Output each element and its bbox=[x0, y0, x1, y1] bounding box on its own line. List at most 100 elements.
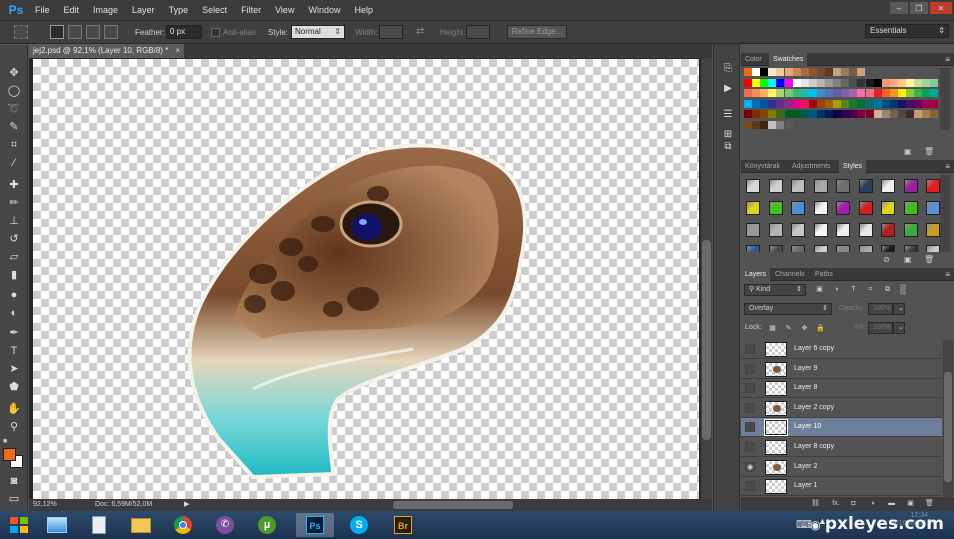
color-swatch[interactable] bbox=[808, 99, 817, 108]
color-swatch[interactable] bbox=[841, 89, 850, 97]
style-preset[interactable] bbox=[768, 179, 783, 193]
type-filter-icon[interactable]: T bbox=[849, 285, 858, 294]
color-swatch[interactable] bbox=[752, 89, 761, 97]
layer-row[interactable]: Layer 6 copy bbox=[741, 340, 942, 359]
tab-styles[interactable]: Styles bbox=[839, 160, 867, 173]
trash-icon[interactable]: 🗑 bbox=[924, 147, 934, 156]
color-swatch[interactable] bbox=[800, 68, 809, 76]
dodge-tool-icon[interactable]: ◐ bbox=[5, 305, 23, 321]
style-preset[interactable] bbox=[858, 223, 873, 237]
type-tool-icon[interactable]: T bbox=[5, 343, 23, 359]
color-swatch[interactable] bbox=[833, 78, 842, 87]
close-button[interactable]: ✕ bbox=[930, 2, 952, 14]
layer-filter-kind-select[interactable]: ⚲ Kind ⇕ bbox=[744, 284, 806, 296]
color-swatch[interactable] bbox=[800, 110, 809, 118]
new-layer-icon[interactable]: ▣ bbox=[906, 499, 915, 508]
start-button[interactable] bbox=[5, 513, 33, 537]
screen-mode-icon[interactable]: ▭ bbox=[5, 491, 23, 507]
visibility-eye-icon[interactable]: ◉ bbox=[745, 461, 755, 472]
color-swatch[interactable] bbox=[865, 99, 874, 108]
style-preset[interactable] bbox=[926, 245, 940, 252]
style-select[interactable]: Normal ⇕ bbox=[291, 25, 345, 39]
color-swatch[interactable] bbox=[922, 78, 931, 87]
color-swatch[interactable] bbox=[800, 89, 809, 97]
swap-icon[interactable]: ⇄ bbox=[416, 26, 424, 37]
color-swatch[interactable] bbox=[744, 89, 752, 97]
file-explorer-icon[interactable] bbox=[38, 513, 76, 537]
skype-icon[interactable]: S bbox=[340, 513, 378, 537]
properties-icon[interactable]: ☰ bbox=[721, 108, 735, 122]
layer-row[interactable]: Layer 8 bbox=[741, 379, 942, 399]
new-selection-icon[interactable] bbox=[50, 25, 64, 39]
ellipse-marquee-tool-icon[interactable]: ◯ bbox=[5, 83, 23, 99]
menu-layer[interactable]: Layer bbox=[125, 0, 162, 20]
color-swatch[interactable] bbox=[906, 78, 914, 87]
pen-tool-icon[interactable]: ✒ bbox=[5, 325, 23, 341]
color-swatch[interactable] bbox=[744, 120, 752, 129]
default-colors-icon[interactable]: ■ bbox=[3, 438, 7, 445]
visibility-eye-icon[interactable] bbox=[745, 402, 755, 413]
folder-icon[interactable] bbox=[122, 513, 160, 537]
style-preset[interactable] bbox=[768, 245, 783, 252]
photoshop-icon[interactable]: Ps bbox=[296, 513, 334, 537]
visibility-eye-icon[interactable] bbox=[745, 344, 755, 354]
color-swatch[interactable] bbox=[760, 110, 769, 118]
clear-style-icon[interactable]: ⊘ bbox=[883, 255, 890, 264]
style-preset[interactable] bbox=[813, 179, 828, 193]
color-swatch[interactable] bbox=[776, 78, 785, 87]
color-swatch[interactable] bbox=[768, 68, 777, 76]
color-swatch[interactable] bbox=[825, 89, 833, 97]
style-preset[interactable] bbox=[836, 245, 850, 252]
style-preset[interactable] bbox=[836, 223, 850, 237]
color-swatch[interactable] bbox=[873, 89, 882, 97]
style-preset[interactable] bbox=[926, 179, 940, 193]
brush-tool-icon[interactable]: ✏ bbox=[5, 195, 23, 211]
lock-position-icon[interactable]: ✥ bbox=[800, 324, 809, 333]
tab-layers[interactable]: Layers bbox=[741, 268, 771, 281]
color-swatch[interactable] bbox=[849, 99, 858, 108]
blur-tool-icon[interactable]: ● bbox=[5, 287, 23, 303]
layer-row[interactable]: Layer 2 copy bbox=[741, 398, 942, 418]
color-swatch[interactable] bbox=[784, 89, 793, 97]
color-swatch[interactable] bbox=[808, 68, 817, 76]
style-preset[interactable] bbox=[903, 201, 918, 215]
color-swatch[interactable] bbox=[760, 89, 769, 97]
color-swatch[interactable] bbox=[914, 78, 923, 87]
color-swatch[interactable] bbox=[760, 78, 769, 87]
layers-scroll-thumb[interactable] bbox=[944, 372, 952, 482]
color-swatch[interactable] bbox=[816, 110, 825, 118]
color-swatch[interactable] bbox=[922, 110, 931, 118]
style-preset[interactable] bbox=[791, 223, 805, 237]
chrome-icon[interactable] bbox=[164, 513, 202, 537]
color-swatch[interactable] bbox=[800, 78, 809, 87]
color-swatch[interactable] bbox=[906, 99, 914, 108]
bridge-icon[interactable]: Br bbox=[384, 513, 422, 537]
color-swatch[interactable] bbox=[865, 78, 874, 87]
color-swatch[interactable] bbox=[849, 78, 858, 87]
color-swatch[interactable] bbox=[889, 78, 898, 87]
style-preset[interactable] bbox=[791, 245, 805, 252]
style-preset[interactable] bbox=[881, 245, 895, 252]
style-preset[interactable] bbox=[903, 245, 918, 252]
color-swatch[interactable] bbox=[768, 89, 777, 97]
actions-play-icon[interactable]: ▶ bbox=[721, 82, 735, 96]
color-swatch[interactable] bbox=[784, 99, 793, 108]
color-swatch[interactable] bbox=[889, 110, 898, 118]
quick-mask-icon[interactable]: ◙ bbox=[5, 473, 23, 489]
color-swatch[interactable] bbox=[930, 99, 939, 108]
color-swatch[interactable] bbox=[889, 99, 898, 108]
color-swatch[interactable] bbox=[873, 78, 882, 87]
antialias-checkbox[interactable] bbox=[211, 28, 220, 37]
color-swatch[interactable] bbox=[792, 78, 801, 87]
feather-input[interactable]: 0 px bbox=[166, 25, 202, 39]
style-preset[interactable] bbox=[791, 201, 805, 215]
color-swatch[interactable] bbox=[833, 99, 842, 108]
color-swatch[interactable] bbox=[841, 68, 850, 76]
menu-window[interactable]: Window bbox=[301, 0, 347, 20]
color-swatch[interactable] bbox=[897, 89, 906, 97]
viber-icon[interactable]: ✆ bbox=[206, 513, 244, 537]
new-swatch-icon[interactable]: ▣ bbox=[904, 147, 912, 156]
color-swatch[interactable] bbox=[776, 68, 785, 76]
color-swatch[interactable] bbox=[849, 89, 858, 97]
color-swatch[interactable] bbox=[784, 110, 793, 118]
